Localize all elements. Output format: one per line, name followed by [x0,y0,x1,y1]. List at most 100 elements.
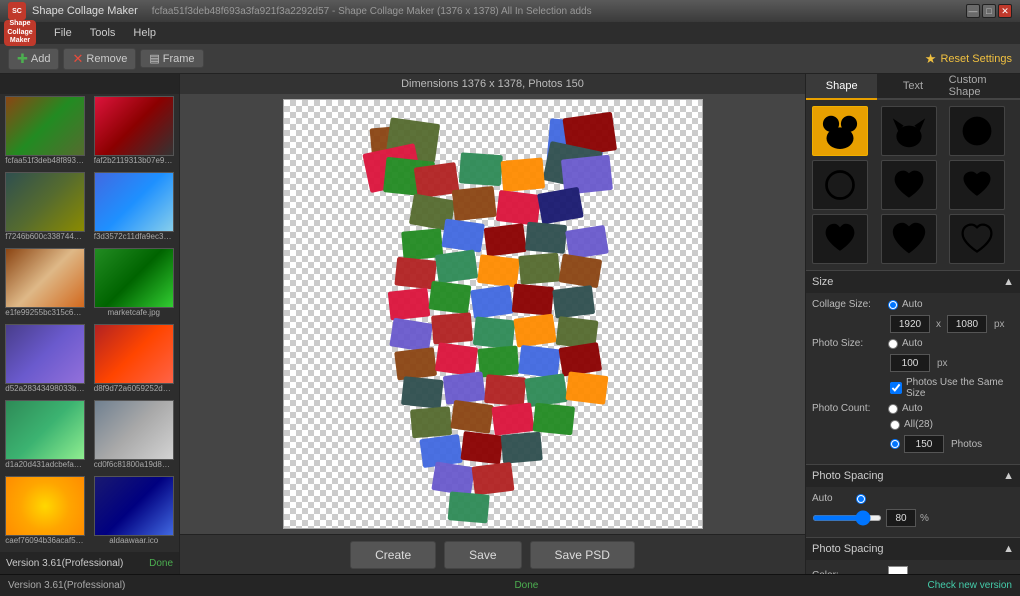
add-button[interactable]: ✚ Add [8,48,59,70]
collage-size-custom-row: x px [890,315,1014,333]
thumbnail-image-9 [94,400,174,460]
star-icon: ★ [925,51,937,67]
photo-count-all-radio[interactable] [890,420,900,430]
shape-cell-heart1[interactable] [881,160,937,210]
remove-label: Remove [86,53,127,65]
size-section-header[interactable]: Size ▲ [806,271,1020,293]
minimize-button[interactable]: — [966,4,980,18]
spacing-slider[interactable] [812,515,882,521]
thumbnail-item-11[interactable]: aldaawaar.ico [91,476,178,550]
spacing-title: Photo Spacing [812,470,884,482]
thumbnail-label-8: d1a20d431adcbefa2f1d057aea2edda22 c999a.… [5,460,85,469]
photo-count-input[interactable] [904,435,944,453]
shape-cell-heart4[interactable] [881,214,937,264]
shape-cell-circle[interactable] [949,106,1005,156]
shape-cell-heart3[interactable] [812,214,868,264]
remove-icon: ✕ [72,51,83,67]
collage-size-x: x [936,319,941,330]
shape-cell-heart-outline[interactable] [949,214,1005,264]
spacing-label: Auto [812,493,852,504]
left-panel: fcfaa51f3deb48f893a3fa921f3a2292d57 572.… [0,74,180,574]
remove-button[interactable]: ✕ Remove [63,48,136,70]
main-layout: fcfaa51f3deb48f893a3fa921f3a2292d57 572.… [0,74,1020,574]
photo-auto-label: Auto [902,338,923,349]
canvas-footer: Create Save Save PSD [180,534,805,574]
logo-icon: ShapeCollageMaker [4,20,36,46]
same-size-checkbox[interactable] [890,382,902,394]
frame-label: Frame [163,53,195,65]
thumbnail-item-9[interactable]: cd0f6c81800a19d84f0806b131fa826ba0b 1e46… [91,400,178,474]
border-section: Photo Spacing ▲ Color: Width: % [806,537,1020,574]
left-panel-header [0,74,179,94]
thumbnail-item-0[interactable]: fcfaa51f3deb48f893a3fa921f3a2292d57 572.… [2,96,89,170]
spacing-auto-radio[interactable] [856,494,866,504]
border-color-swatch[interactable] [888,566,908,574]
menu-tools[interactable]: Tools [82,25,124,41]
thumbnail-image-4 [5,248,85,308]
tab-text[interactable]: Text [877,74,948,100]
border-section-header[interactable]: Photo Spacing ▲ [806,538,1020,560]
thumbnail-item-10[interactable]: caef76094b36acaf58225d9e7ed88d100 1999c7… [2,476,89,550]
spacing-slider-row: % [812,509,1014,527]
thumbnail-image-8 [5,400,85,460]
photo-size-auto-radio[interactable] [888,339,898,349]
thumbnail-item-3[interactable]: f3d3572c11dfa9ec3dc213360d0f07039 8fc182… [91,172,178,246]
thumbnail-item-1[interactable]: faf2b2119313b07e9c796b060ed791239 6dd80d… [91,96,178,170]
center-panel: Dimensions 1376 x 1378, Photos 150 [180,74,805,574]
titlebar-window-title: fcfaa51f3deb48f693a3fa921f3a2292d57 - Sh… [152,6,592,17]
shape-cell-mickey[interactable] [812,106,868,156]
thumbnail-item-6[interactable]: d52a28343498033b1e44bc764f17ce36d3 d439b… [2,324,89,398]
menu-file[interactable]: File [46,25,80,41]
add-label: Add [31,53,51,65]
photo-count-auto-radio[interactable] [888,404,898,414]
shape-cell-cat[interactable] [881,106,937,156]
thumbnail-item-8[interactable]: d1a20d431adcbefa2f1d057aea2edda22 c999a.… [2,400,89,474]
border-collapse-icon: ▲ [1003,543,1014,555]
photo-size-input[interactable] [890,354,930,372]
spacing-section-header[interactable]: Photo Spacing ▲ [806,465,1020,487]
thumbnail-item-7[interactable]: d8f9d72a6059252d95c2260a3598033b5 a35b99… [91,324,178,398]
frame-button[interactable]: ▤ Frame [140,49,203,68]
canvas-info: Dimensions 1376 x 1378, Photos 150 [180,74,805,94]
size-section: Size ▲ Collage Size: Auto x px P [806,270,1020,464]
thumbnail-label-2: f7246b600c338744ab1213c5600fd99d8 2ca067… [5,232,85,241]
photo-count-custom-radio[interactable] [890,439,900,449]
shape-cell-circle-outline[interactable] [812,160,868,210]
collage-height-input[interactable] [947,315,987,333]
menu-help[interactable]: Help [125,25,164,41]
thumbnail-label-7: d8f9d72a6059252d95c2260a3598033b5 a35b99… [94,384,174,393]
reset-settings-button[interactable]: Reset Settings [940,53,1012,65]
close-button[interactable]: ✕ [998,4,1012,18]
canvas[interactable] [283,99,703,529]
spacing-section-content: Auto % [806,487,1020,537]
thumbnail-image-11 [94,476,174,536]
border-section-content: Color: Width: % [806,560,1020,574]
spacing-row: Auto [812,493,1014,504]
thumbnail-item-5[interactable]: marketcafe.jpg [91,248,178,322]
thumbnail-item-2[interactable]: f7246b600c338744ab1213c5600fd99d8 2ca067… [2,172,89,246]
thumbnail-label-4: e1fe99255bc315c60bf5a50e18fb1cb1348 5477… [5,308,85,317]
thumbnail-label-1: faf2b2119313b07e9c796b060ed791239 6dd80d… [94,156,174,165]
app-logo: ShapeCollageMaker [4,20,36,46]
app-logo-icon: SC [8,2,26,20]
spacing-value-input[interactable] [886,509,916,527]
create-button[interactable]: Create [350,541,436,569]
maximize-button[interactable]: □ [982,4,996,18]
thumbnail-grid: fcfaa51f3deb48f893a3fa921f3a2292d57 572.… [0,94,179,552]
canvas-area[interactable] [180,94,805,534]
same-size-row: Photos Use the Same Size [890,377,1014,399]
shape-cell-heart2[interactable] [949,160,1005,210]
status-done: Done [514,580,538,591]
tab-custom-shape[interactable]: Custom Shape [949,74,1020,100]
tab-shape[interactable]: Shape [806,74,877,100]
collage-size-auto-radio[interactable] [888,300,898,310]
collage-width-input[interactable] [890,315,930,333]
save-button[interactable]: Save [444,541,521,569]
thumbnail-image-5 [94,248,174,308]
border-color-row: Color: [812,566,1014,574]
check-new-version[interactable]: Check new version [928,580,1012,591]
thumbnail-item-4[interactable]: e1fe99255bc315c60bf5a50e18fb1cb1348 5477… [2,248,89,322]
thumbnail-label-6: d52a28343498033b1e44bc764f17ce36d3 d439b… [5,384,85,393]
save-psd-button[interactable]: Save PSD [530,541,635,569]
thumbnail-image-0 [5,96,85,156]
